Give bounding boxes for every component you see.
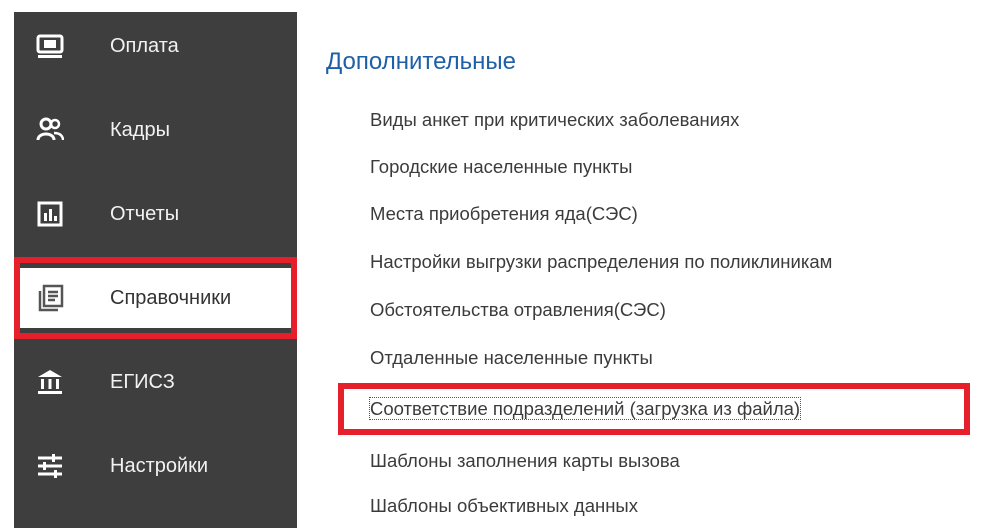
sidebar-item-label: Оплата bbox=[110, 34, 179, 57]
list-item-label: Настройки выгрузки распределения по поли… bbox=[370, 251, 833, 272]
list-item[interactable]: Обстоятельства отравления(СЭС) bbox=[370, 298, 666, 322]
list-item[interactable]: Места приобретения яда(СЭС) bbox=[370, 202, 638, 226]
list-item-label: Места приобретения яда(СЭС) bbox=[370, 203, 638, 224]
list-item-label: Виды анкет при критических заболеваниях bbox=[370, 109, 740, 130]
list-item-label: Обстоятельства отравления(СЭС) bbox=[370, 299, 666, 320]
sidebar-item-payment[interactable]: Оплата bbox=[14, 16, 297, 76]
list-item-label: Городские населенные пункты bbox=[370, 156, 633, 177]
sidebar-item-reports[interactable]: Отчеты bbox=[14, 184, 297, 244]
list-item-label: Соответствие подразделений (загрузка из … bbox=[368, 397, 802, 420]
sidebar-item-egisz[interactable]: ЕГИСЗ bbox=[14, 352, 297, 412]
payment-icon bbox=[36, 34, 64, 58]
people-icon bbox=[36, 117, 64, 141]
list-item[interactable]: Городские населенные пункты bbox=[370, 155, 632, 179]
sidebar-item-settings[interactable]: Настройки bbox=[14, 436, 297, 496]
sidebar-item-label: ЕГИСЗ bbox=[110, 370, 175, 393]
sidebar-item-label: Кадры bbox=[110, 118, 170, 141]
list-item[interactable]: Настройки выгрузки распределения по поли… bbox=[370, 250, 832, 274]
list-item-label: Шаблоны заполнения карты вызова bbox=[370, 450, 680, 471]
list-item[interactable]: Соответствие подразделений (загрузка из … bbox=[368, 397, 802, 421]
list-item-label: Отдаленные населенные пункты bbox=[370, 347, 653, 368]
sidebar: Оплата Кадры Отчеты Справочники ЕГИСЗ На… bbox=[14, 12, 297, 528]
sidebar-item-staff[interactable]: Кадры bbox=[14, 100, 297, 160]
list-item-label: Шаблоны объективных данных bbox=[370, 495, 638, 516]
sliders-icon bbox=[38, 454, 62, 478]
list-item[interactable]: Отдаленные населенные пункты bbox=[370, 346, 653, 370]
list-item[interactable]: Шаблоны объективных данных bbox=[370, 494, 638, 518]
sidebar-item-label: Настройки bbox=[110, 454, 209, 477]
sidebar-item-directories[interactable]: Справочники bbox=[14, 268, 297, 328]
sidebar-item-label: Отчеты bbox=[110, 202, 180, 225]
list-item[interactable]: Виды анкет при критических заболеваниях bbox=[370, 108, 739, 132]
section-title: Дополнительные bbox=[326, 48, 516, 75]
directory-icon bbox=[38, 284, 64, 312]
institution-icon bbox=[38, 370, 62, 394]
sidebar-item-label: Справочники bbox=[110, 286, 232, 309]
chart-icon bbox=[37, 201, 63, 227]
list-item[interactable]: Шаблоны заполнения карты вызова bbox=[370, 449, 680, 473]
